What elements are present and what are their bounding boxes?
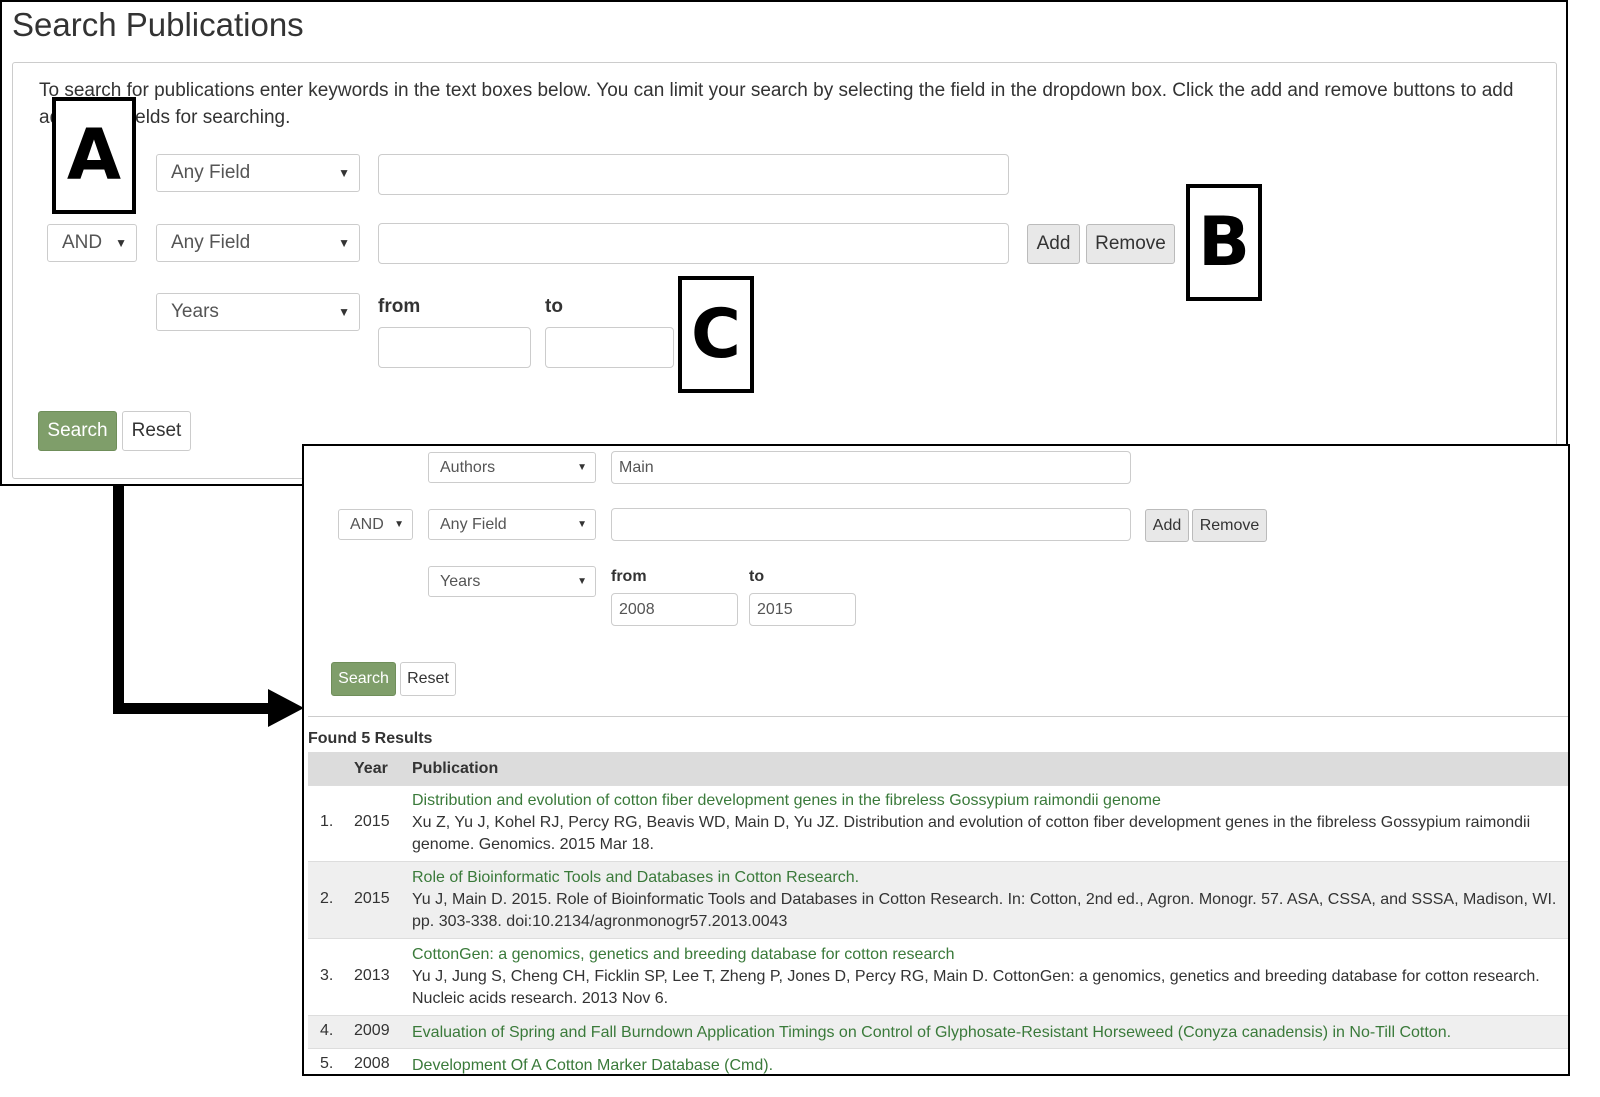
chevron-down-icon: ▼ — [577, 462, 587, 473]
connector-arrow-line — [113, 486, 124, 714]
divider — [308, 716, 1568, 717]
search-form: To search for publications enter keyword… — [12, 62, 1557, 479]
chevron-down-icon: ▼ — [115, 236, 127, 250]
callout-b: B — [1186, 184, 1262, 301]
row-year: 2013 — [354, 967, 390, 984]
publication-link[interactable]: Evaluation of Spring and Fall Burndown A… — [412, 1022, 1562, 1044]
publication-cell: Development Of A Cotton Marker Database … — [412, 1055, 1562, 1074]
add-button[interactable]: Add — [1027, 224, 1080, 264]
to-label: to — [749, 568, 765, 585]
row-year: 2015 — [354, 890, 390, 907]
row-year: 2009 — [354, 1022, 390, 1039]
remove-button[interactable]: Remove — [1086, 224, 1175, 264]
operator-select-value: AND — [62, 232, 103, 253]
chevron-down-icon: ▼ — [394, 519, 404, 530]
publication-cell: Evaluation of Spring and Fall Burndown A… — [412, 1022, 1562, 1044]
to-label: to — [545, 296, 563, 317]
table-row: 5. 2008 Development Of A Cotton Marker D… — [308, 1048, 1568, 1074]
operator-select[interactable]: AND ▼ — [338, 509, 413, 540]
search-button[interactable]: Search — [38, 411, 117, 451]
row-number: 1. — [320, 813, 334, 830]
row-number: 4. — [320, 1022, 334, 1039]
chevron-down-icon: ▼ — [338, 166, 350, 180]
results-table-header: Year Publication — [308, 752, 1568, 785]
keyword-input-1[interactable]: Main — [611, 451, 1131, 484]
keyword-input-2[interactable] — [378, 223, 1009, 264]
page-title: Search Publications — [12, 6, 304, 43]
row-year: 2008 — [354, 1055, 390, 1072]
callout-a: A — [52, 97, 136, 214]
year-to-input[interactable]: 2015 — [749, 593, 856, 626]
search-form-panel: Search Publications To search for public… — [0, 0, 1568, 486]
chevron-down-icon: ▼ — [338, 305, 350, 319]
keyword-input-2[interactable] — [611, 508, 1131, 541]
year-from-input[interactable]: 2008 — [611, 593, 738, 626]
field-select-2[interactable]: Any Field ▼ — [428, 509, 596, 540]
row-number: 5. — [320, 1055, 334, 1072]
chevron-down-icon: ▼ — [577, 576, 587, 587]
search-instructions: To search for publications enter keyword… — [39, 80, 1514, 128]
field-select-2-value: Any Field — [171, 232, 251, 253]
field-select-1-value: Authors — [440, 459, 496, 476]
arrow-right-icon — [268, 689, 304, 727]
table-row: 4. 2009 Evaluation of Spring and Fall Bu… — [308, 1015, 1568, 1048]
search-button[interactable]: Search — [331, 662, 396, 696]
chevron-down-icon: ▼ — [577, 519, 587, 530]
callout-c: C — [678, 276, 754, 393]
operator-select[interactable]: AND ▼ — [47, 224, 137, 262]
results-count: Found 5 Results — [308, 730, 433, 747]
operator-select-value: AND — [350, 516, 384, 533]
year-from-input[interactable] — [378, 327, 531, 368]
years-select[interactable]: Years ▼ — [156, 293, 360, 331]
field-select-1[interactable]: Authors ▼ — [428, 452, 596, 483]
years-select[interactable]: Years ▼ — [428, 566, 596, 597]
from-label: from — [611, 568, 647, 585]
column-header-year: Year — [354, 760, 388, 777]
publication-citation: Yu J, Jung S, Cheng CH, Ficklin SP, Lee … — [412, 968, 1540, 1007]
publication-link[interactable]: Role of Bioinformatic Tools and Database… — [412, 867, 1562, 889]
table-row: 3. 2013 CottonGen: a genomics, genetics … — [308, 938, 1568, 1015]
from-label: from — [378, 296, 421, 317]
publication-citation: Xu Z, Yu J, Kohel RJ, Percy RG, Beavis W… — [412, 814, 1531, 853]
publication-cell: CottonGen: a genomics, genetics and bree… — [412, 944, 1562, 1010]
publication-link[interactable]: Development Of A Cotton Marker Database … — [412, 1055, 1562, 1074]
remove-button[interactable]: Remove — [1192, 509, 1267, 542]
field-select-1-value: Any Field — [171, 162, 251, 183]
publication-link[interactable]: CottonGen: a genomics, genetics and bree… — [412, 944, 1562, 966]
publication-cell: Role of Bioinformatic Tools and Database… — [412, 867, 1562, 933]
field-select-2-value: Any Field — [440, 516, 507, 533]
publication-cell: Distribution and evolution of cotton fib… — [412, 790, 1562, 856]
chevron-down-icon: ▼ — [338, 236, 350, 250]
add-button[interactable]: Add — [1145, 509, 1189, 542]
table-row: 1. 2015 Distribution and evolution of co… — [308, 785, 1568, 861]
years-select-value: Years — [440, 573, 481, 590]
reset-button[interactable]: Reset — [122, 411, 191, 451]
keyword-input-1[interactable] — [378, 154, 1009, 195]
year-to-input[interactable] — [545, 327, 674, 368]
years-select-value: Years — [171, 301, 219, 322]
reset-button[interactable]: Reset — [400, 662, 456, 696]
field-select-1[interactable]: Any Field ▼ — [156, 154, 360, 192]
table-row: 2. 2015 Role of Bioinformatic Tools and … — [308, 861, 1568, 938]
publication-link[interactable]: Distribution and evolution of cotton fib… — [412, 790, 1562, 812]
connector-arrow-line — [113, 703, 273, 714]
field-select-2[interactable]: Any Field ▼ — [156, 224, 360, 262]
search-results-panel: Authors ▼ Main AND ▼ Any Field ▼ Add Rem… — [302, 444, 1570, 1076]
row-number: 2. — [320, 890, 334, 907]
row-year: 2015 — [354, 813, 390, 830]
publication-citation: Yu J, Main D. 2015. Role of Bioinformati… — [412, 891, 1557, 930]
column-header-publication: Publication — [412, 760, 499, 777]
row-number: 3. — [320, 967, 334, 984]
